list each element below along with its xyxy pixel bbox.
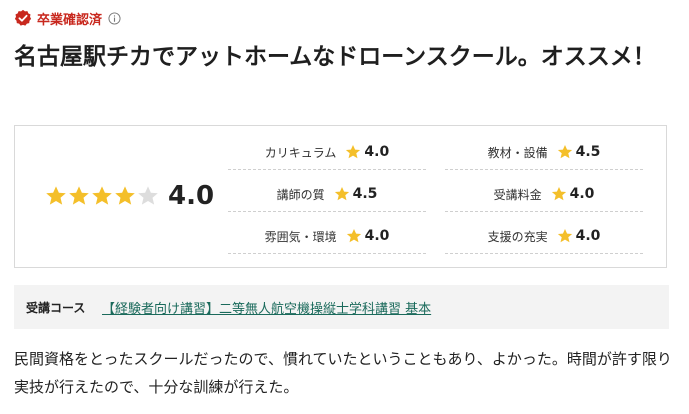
rating-box: 4.0 カリキュラム 4.0 教材・設備 4.5 講師の質 4.5 受講料金 4…: [14, 125, 667, 268]
graduation-badge: 卒業確認済: [14, 8, 121, 28]
category-label: 受講料金: [493, 187, 542, 202]
badge-label: 卒業確認済: [37, 12, 103, 28]
star-icon: [346, 144, 361, 159]
review-body: 民間資格をとったスクールだったので、慣れていたということもあり、よかった。時間が…: [14, 350, 672, 396]
star-icon: [346, 228, 361, 243]
star-icon: [557, 228, 572, 243]
overall-rating: 4.0: [45, 181, 214, 211]
rating-category: 支援の充実 4.0: [445, 219, 643, 254]
category-score: 4.5: [575, 144, 601, 160]
star-icon: [46, 186, 66, 205]
review-card: 卒業確認済 名古屋駅チカでアットホームなドローンスクール。オススメ！ 4.0 カ…: [0, 0, 689, 414]
star-icon: [551, 186, 566, 201]
star-icon: [138, 186, 158, 205]
category-score: 4.0: [575, 228, 601, 244]
overall-stars: [45, 185, 160, 207]
category-score: 4.0: [364, 228, 390, 244]
category-label: 講師の質: [276, 187, 325, 202]
rating-category: 受講料金 4.0: [445, 177, 643, 212]
course-key-label: 受講コース: [26, 300, 86, 315]
star-icon: [557, 144, 572, 159]
course-info: 受講コース 【経験者向け講習】二等無人航空機操縦士学科講習 基本: [14, 285, 669, 329]
category-label: 教材・設備: [487, 145, 548, 160]
rating-category: 講師の質 4.5: [228, 177, 426, 212]
star-icon: [115, 186, 135, 205]
rating-category: 雰囲気・環境 4.0: [228, 219, 426, 254]
category-label: 雰囲気・環境: [264, 229, 337, 244]
overall-score: 4.0: [168, 181, 215, 211]
course-link[interactable]: 【経験者向け講習】二等無人航空機操縦士学科講習 基本: [102, 298, 431, 317]
rating-category: 教材・設備 4.5: [445, 135, 643, 170]
category-score: 4.0: [364, 144, 390, 160]
category-score: 4.5: [352, 186, 378, 202]
verified-check-icon: [14, 9, 32, 26]
category-label: 支援の充実: [487, 229, 548, 244]
star-icon: [69, 186, 89, 205]
category-label: カリキュラム: [264, 145, 337, 160]
category-score: 4.0: [569, 186, 595, 202]
star-icon: [334, 186, 349, 201]
star-icon: [92, 186, 112, 205]
info-icon[interactable]: [108, 11, 121, 25]
rating-category: カリキュラム 4.0: [228, 135, 426, 170]
review-title: 名古屋駅チカでアットホームなドローンスクール。オススメ！: [14, 44, 656, 70]
